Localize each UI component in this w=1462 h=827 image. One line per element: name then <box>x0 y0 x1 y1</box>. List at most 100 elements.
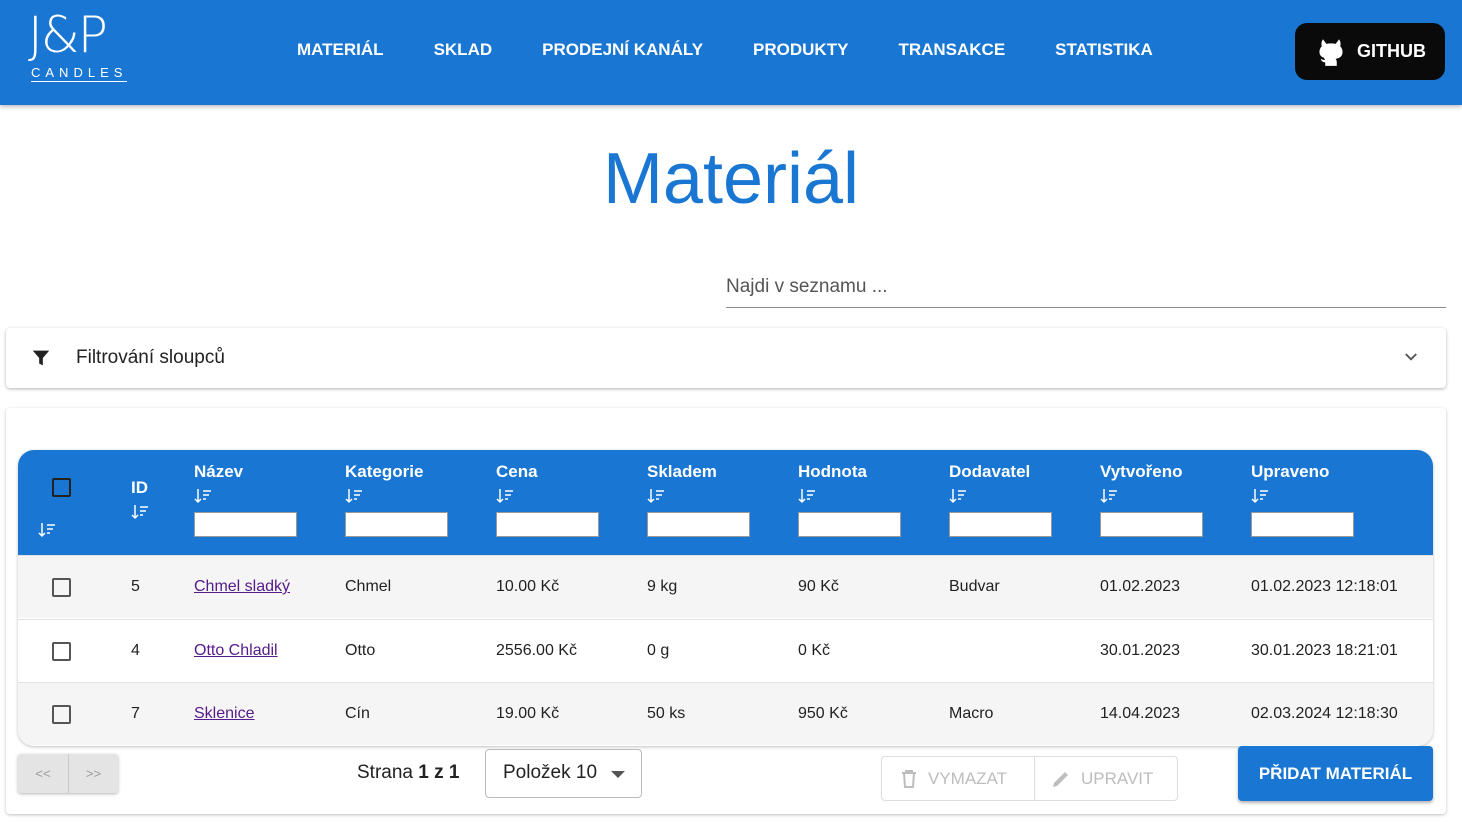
cell-created: 14.04.2023 <box>1100 705 1181 722</box>
edit-label: UPRAVIT <box>1081 768 1154 788</box>
page-total: 1 <box>448 762 460 783</box>
sort-icon[interactable] <box>194 488 212 504</box>
cell-name-link[interactable]: Sklenice <box>194 705 254 723</box>
items-per-page-select[interactable]: Položek 10 <box>485 749 642 798</box>
page-prefix: Strana <box>357 762 413 783</box>
cell-stock: 50 ks <box>647 705 686 722</box>
filter-input-nazev[interactable] <box>194 512 297 537</box>
sort-icon[interactable] <box>798 488 816 504</box>
trash-icon <box>902 769 916 788</box>
sort-icon[interactable] <box>38 522 56 538</box>
col-header-hodnota[interactable]: Hodnota <box>798 462 901 537</box>
cell-value: 950 Kč <box>798 705 848 722</box>
nav-item-transakce[interactable]: TRANSAKCE <box>898 38 1005 62</box>
col-header-kategorie[interactable]: Kategorie <box>345 462 448 537</box>
col-header-nazev[interactable]: Název <box>194 462 297 537</box>
cell-updated: 01.02.2023 12:18:01 <box>1251 578 1398 595</box>
cell-stock: 9 kg <box>647 578 678 595</box>
cell-category: Otto <box>345 642 376 659</box>
sort-icon[interactable] <box>1100 488 1118 504</box>
page-current: 1 <box>418 762 429 783</box>
chevron-down-icon[interactable] <box>1402 348 1420 366</box>
col-header-dodavatel[interactable]: Dodavatel <box>949 462 1052 537</box>
logo-mark: J&P <box>28 6 108 64</box>
cell-name-link[interactable]: Otto Chladil <box>194 642 278 660</box>
sort-icon[interactable] <box>131 504 149 520</box>
delete-button[interactable]: VYMAZAT <box>882 757 1035 800</box>
filter-icon <box>32 350 50 366</box>
cell-value: 90 Kč <box>798 578 839 595</box>
select-all-checkbox[interactable] <box>52 478 71 497</box>
filter-label: Filtrování sloupců <box>76 347 225 368</box>
add-material-button[interactable]: PŘIDAT MATERIÁL <box>1238 746 1433 801</box>
nav-item-prodejni-kanaly[interactable]: PRODEJNÍ KANÁLY <box>542 38 703 62</box>
table-row[interactable]: 5 Chmel sladký Chmel 10.00 Kč 9 kg 90 Kč… <box>18 555 1433 618</box>
row-checkbox[interactable] <box>52 578 71 597</box>
search-input[interactable] <box>726 268 1446 306</box>
col-label-dodavatel: Dodavatel <box>949 462 1031 481</box>
col-header-cena[interactable]: Cena <box>496 462 599 537</box>
col-header-upraveno[interactable]: Upraveno <box>1251 462 1354 537</box>
cell-value: 0 Kč <box>798 642 831 659</box>
filter-input-kategorie[interactable] <box>345 512 448 537</box>
filter-input-skladem[interactable] <box>647 512 750 537</box>
cell-updated: 30.01.2023 18:21:01 <box>1251 642 1398 659</box>
github-icon <box>1319 38 1343 66</box>
cell-id: 5 <box>131 578 140 595</box>
nav-item-statistika[interactable]: STATISTIKA <box>1055 38 1153 62</box>
logo-subtitle: CANDLES <box>31 65 128 82</box>
filter-input-hodnota[interactable] <box>798 512 901 537</box>
material-table: ID Název Kategorie Cena Skladem Hodnota <box>18 450 1433 746</box>
page-title: Materiál <box>602 139 860 219</box>
table-row[interactable]: 4 Otto Chladil Otto 2556.00 Kč 0 g 0 Kč … <box>18 619 1433 682</box>
nav-item-sklad[interactable]: SKLAD <box>434 38 493 62</box>
column-filter-accordion[interactable]: Filtrování sloupců <box>6 328 1446 388</box>
page-of: z <box>434 762 444 783</box>
row-checkbox[interactable] <box>52 705 71 724</box>
delete-label: VYMAZAT <box>928 768 1008 788</box>
cell-id: 7 <box>131 705 140 722</box>
items-per-page-value: Položek 10 <box>503 762 598 783</box>
nav-item-material[interactable]: MATERIÁL <box>297 38 384 62</box>
cell-price: 2556.00 Kč <box>496 642 577 659</box>
cell-updated: 02.03.2024 12:18:30 <box>1251 705 1398 722</box>
cell-supplier: Budvar <box>949 578 1000 595</box>
col-label-vytvoreno: Vytvořeno <box>1100 462 1183 481</box>
sort-icon[interactable] <box>345 488 363 504</box>
col-header-skladem[interactable]: Skladem <box>647 462 750 537</box>
edit-button[interactable]: UPRAVIT <box>1035 757 1177 800</box>
col-label-nazev: Název <box>194 462 244 481</box>
row-checkbox[interactable] <box>52 642 71 661</box>
col-header-vytvoreno[interactable]: Vytvořeno <box>1100 462 1203 537</box>
cell-stock: 0 g <box>647 642 670 659</box>
sort-icon[interactable] <box>949 488 967 504</box>
cell-id: 4 <box>131 642 140 659</box>
pager-buttons: << >> <box>18 754 118 793</box>
pencil-icon <box>1053 771 1068 787</box>
dropdown-caret-icon <box>611 771 625 778</box>
col-label-skladem: Skladem <box>647 462 717 481</box>
col-header-id[interactable]: ID <box>131 478 149 520</box>
row-action-buttons: VYMAZAT UPRAVIT <box>881 756 1178 801</box>
sort-icon[interactable] <box>647 488 665 504</box>
top-app-bar: J&P CANDLES MATERIÁL SKLAD PRODEJNÍ KANÁ… <box>0 0 1462 105</box>
sort-icon[interactable] <box>1251 488 1269 504</box>
cell-name-link[interactable]: Chmel sladký <box>194 578 290 596</box>
nav-item-produkty[interactable]: PRODUKTY <box>753 38 848 62</box>
table-header: ID Název Kategorie Cena Skladem Hodnota <box>18 450 1433 555</box>
sort-icon[interactable] <box>496 488 514 504</box>
github-button[interactable]: GITHUB <box>1295 23 1445 80</box>
table-row[interactable]: 7 Sklenice Cín 19.00 Kč 50 ks 950 Kč Mac… <box>18 682 1433 745</box>
brand-logo[interactable]: J&P CANDLES <box>28 10 128 84</box>
filter-input-upraveno[interactable] <box>1251 512 1354 537</box>
filter-input-cena[interactable] <box>496 512 599 537</box>
col-label-cena: Cena <box>496 462 538 481</box>
cell-category: Chmel <box>345 578 392 595</box>
prev-page-button[interactable]: << <box>18 754 68 793</box>
page-indicator: Strana 1 z 1 <box>357 762 459 784</box>
cell-price: 10.00 Kč <box>496 578 560 595</box>
filter-input-dodavatel[interactable] <box>949 512 1052 537</box>
next-page-button[interactable]: >> <box>68 754 118 793</box>
cell-created: 01.02.2023 <box>1100 578 1181 595</box>
filter-input-vytvoreno[interactable] <box>1100 512 1203 537</box>
